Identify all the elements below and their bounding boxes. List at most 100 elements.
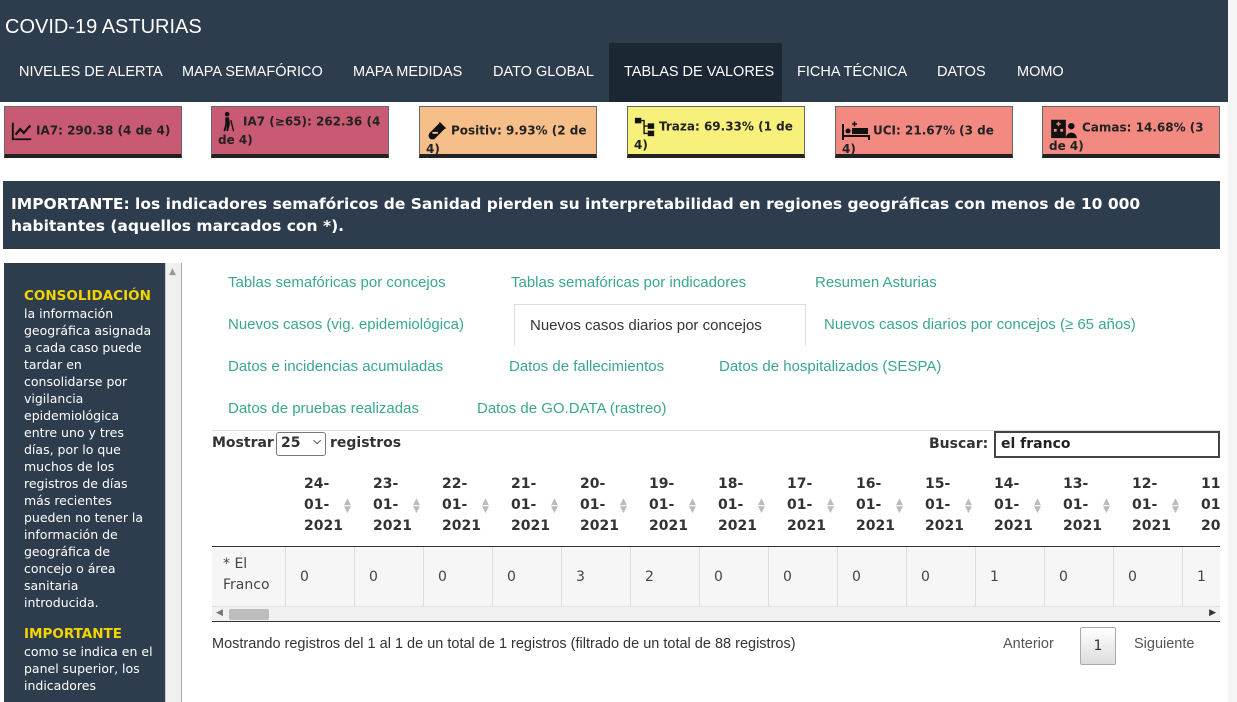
pagination-page-1[interactable]: 1 xyxy=(1080,627,1116,665)
trend-chart-icon xyxy=(11,120,33,142)
sort-icon[interactable]: ▲ ▼ xyxy=(413,498,420,515)
sidebar-scrollbar[interactable]: ▲ xyxy=(165,263,181,702)
col-header[interactable]: 17- 01- 2021 xyxy=(787,474,847,537)
top-navbar: COVID-19 ASTURIAS NIVELES DE ALERTA MAPA… xyxy=(0,0,1237,102)
row-name-cell: * El Franco xyxy=(223,556,270,593)
scroll-up-icon[interactable]: ▲ xyxy=(169,267,176,277)
page-scrollbar[interactable] xyxy=(1228,0,1237,702)
sort-icon[interactable]: ▲ ▼ xyxy=(482,498,489,515)
table-cell: 0 xyxy=(1113,547,1182,607)
tab-hospitalizados[interactable]: Datos de hospitalizados (SESPA) xyxy=(704,346,956,388)
page-size-select[interactable]: 25 ⌵ xyxy=(276,432,326,456)
col-header[interactable]: 19- 01- 2021 xyxy=(649,474,709,537)
tab-nuevos-casos-diarios-65[interactable]: Nuevos casos diarios por concejos (≥ 65 … xyxy=(809,304,1151,346)
table-bottom-divider xyxy=(212,621,1220,622)
hospital-building-icon xyxy=(1049,117,1079,139)
indicator-ia7-65: IA7 (≥65): 262.36 (4 de 4) xyxy=(211,106,389,158)
col-header[interactable]: 15- 01- 2021 xyxy=(925,474,985,537)
tab-nuevos-casos[interactable]: Nuevos casos (vig. epidemiológica) xyxy=(213,304,479,346)
elderly-person-icon xyxy=(218,111,240,133)
table-cell: 0 xyxy=(1044,547,1113,607)
col-header[interactable]: 16- 01- 2021 xyxy=(856,474,916,537)
sort-icon[interactable]: ▲ ▼ xyxy=(1034,498,1041,515)
test-tube-icon xyxy=(426,120,448,142)
col-header[interactable]: 24- 01- 2021 xyxy=(304,474,364,537)
nav-dato-global[interactable]: DATO GLOBAL xyxy=(478,43,609,102)
nav-mapa-semaforico[interactable]: MAPA SEMAFÓRICO xyxy=(167,43,338,102)
search-label: Buscar: xyxy=(929,436,989,452)
col-header[interactable]: 18- 01- 2021 xyxy=(718,474,778,537)
indicator-uci: UCI: 21.67% (3 de 4) xyxy=(835,106,1013,158)
app-title: COVID-19 ASTURIAS xyxy=(5,16,202,38)
col-header[interactable]: 21- 01- 2021 xyxy=(511,474,571,537)
chevron-down-icon: ⌵ xyxy=(313,436,321,447)
nav-tablas-valores[interactable]: TABLAS DE VALORES xyxy=(609,43,782,102)
col-header[interactable]: 12- 01- 2021 xyxy=(1132,474,1192,537)
sort-icon[interactable]: ▲ ▼ xyxy=(551,498,558,515)
tab-godata[interactable]: Datos de GO.DATA (rastreo) xyxy=(462,388,682,430)
sort-icon[interactable]: ▲ ▼ xyxy=(965,498,972,515)
indicator-ia7: IA7: 290.38 (4 de 4) xyxy=(4,106,182,158)
sidebar-text-importante: como se indica en el panel superior, los… xyxy=(24,644,153,693)
scroll-right-icon[interactable]: ▶ xyxy=(1209,608,1216,618)
tab-nuevos-casos-diarios-concejos[interactable]: Nuevos casos diarios por concejos xyxy=(514,304,806,346)
indicator-trazabilidad: Traza: 69.33% (1 de 4) xyxy=(627,106,805,158)
table-cell: 0 xyxy=(354,547,423,607)
table-horizontal-scrollbar[interactable]: ◀ ▶ xyxy=(212,606,1220,621)
tab-fallecimientos[interactable]: Datos de fallecimientos xyxy=(494,346,679,388)
sidebar-heading-importante: IMPORTANTE xyxy=(24,626,122,642)
sort-icon[interactable]: ▲ ▼ xyxy=(1172,498,1179,515)
nav-mapa-medidas[interactable]: MAPA MEDIDAS xyxy=(338,43,477,102)
sort-icon[interactable]: ▲ ▼ xyxy=(620,498,627,515)
sidebar-text-consolidacion: la información geográfica asignada a cad… xyxy=(24,306,152,610)
tab-semaforicas-concejos[interactable]: Tablas semafóricas por concejos xyxy=(213,262,461,304)
important-banner: IMPORTANTE: los indicadores semafóricos … xyxy=(3,181,1220,249)
nav-niveles-alerta[interactable]: NIVELES DE ALERTA xyxy=(4,43,178,102)
sort-icon[interactable]: ▲ ▼ xyxy=(344,498,351,515)
indicator-camas: Camas: 14.68% (3 de 4) xyxy=(1042,106,1220,158)
table-cell: 0 xyxy=(699,547,768,607)
table-cell: 0 xyxy=(837,547,906,607)
table-cell: 2 xyxy=(630,547,699,607)
table-cell: 0 xyxy=(492,547,561,607)
page-size-value: 25 xyxy=(281,435,301,451)
info-sidebar: CONSOLIDACIÓN la información geográfica … xyxy=(4,263,182,702)
table-cell: 0 xyxy=(906,547,975,607)
sort-icon[interactable]: ▲ ▼ xyxy=(758,498,765,515)
nav-datos[interactable]: DATOS xyxy=(922,43,1001,102)
table-info: Mostrando registros del 1 al 1 de un tot… xyxy=(212,636,796,652)
tab-incidencias-acumuladas[interactable]: Datos e incidencias acumuladas xyxy=(213,346,458,388)
pagination-previous[interactable]: Anterior xyxy=(1003,636,1054,652)
nav-ficha-tecnica[interactable]: FICHA TÉCNICA xyxy=(782,43,922,102)
table-cell: 1 xyxy=(1182,547,1220,607)
tab-pruebas[interactable]: Datos de pruebas realizadas xyxy=(213,388,434,430)
table-cell: 0 xyxy=(285,547,354,607)
sort-icon[interactable]: ▲ ▼ xyxy=(1103,498,1110,515)
sidebar-heading-consolidacion: CONSOLIDACIÓN xyxy=(24,288,151,304)
indicator-positividad: Positiv: 9.93% (2 de 4) xyxy=(419,106,597,158)
col-header[interactable]: 22- 01- 2021 xyxy=(442,474,502,537)
table-cell: 0 xyxy=(423,547,492,607)
tracing-network-icon xyxy=(634,116,656,138)
scrollbar-thumb[interactable] xyxy=(229,609,269,620)
tab-semaforicas-indicadores[interactable]: Tablas semafóricas por indicadores xyxy=(496,262,761,304)
table-cell: 0 xyxy=(768,547,837,607)
col-header[interactable]: 11-01-2021 xyxy=(1201,474,1220,537)
table-cell: 3 xyxy=(561,547,630,607)
col-header[interactable]: 20- 01- 2021 xyxy=(580,474,640,537)
nav-momo[interactable]: MOMO xyxy=(1002,43,1079,102)
hospital-bed-icon xyxy=(842,120,870,142)
scroll-left-icon[interactable]: ◀ xyxy=(216,608,223,618)
col-header[interactable]: 14- 01- 2021 xyxy=(994,474,1054,537)
tab-resumen-asturias[interactable]: Resumen Asturias xyxy=(800,262,952,304)
col-header[interactable]: 23- 01- 2021 xyxy=(373,474,433,537)
table-cell: 1 xyxy=(975,547,1044,607)
sort-icon[interactable]: ▲ ▼ xyxy=(689,498,696,515)
pagination-next[interactable]: Siguiente xyxy=(1134,636,1194,652)
sort-icon[interactable]: ▲ ▼ xyxy=(827,498,834,515)
search-input[interactable]: el franco xyxy=(994,431,1220,458)
show-label: Mostrar xyxy=(212,435,274,451)
records-label: registros xyxy=(330,435,402,451)
sort-icon[interactable]: ▲ ▼ xyxy=(896,498,903,515)
col-header[interactable]: 13- 01- 2021 xyxy=(1063,474,1123,537)
